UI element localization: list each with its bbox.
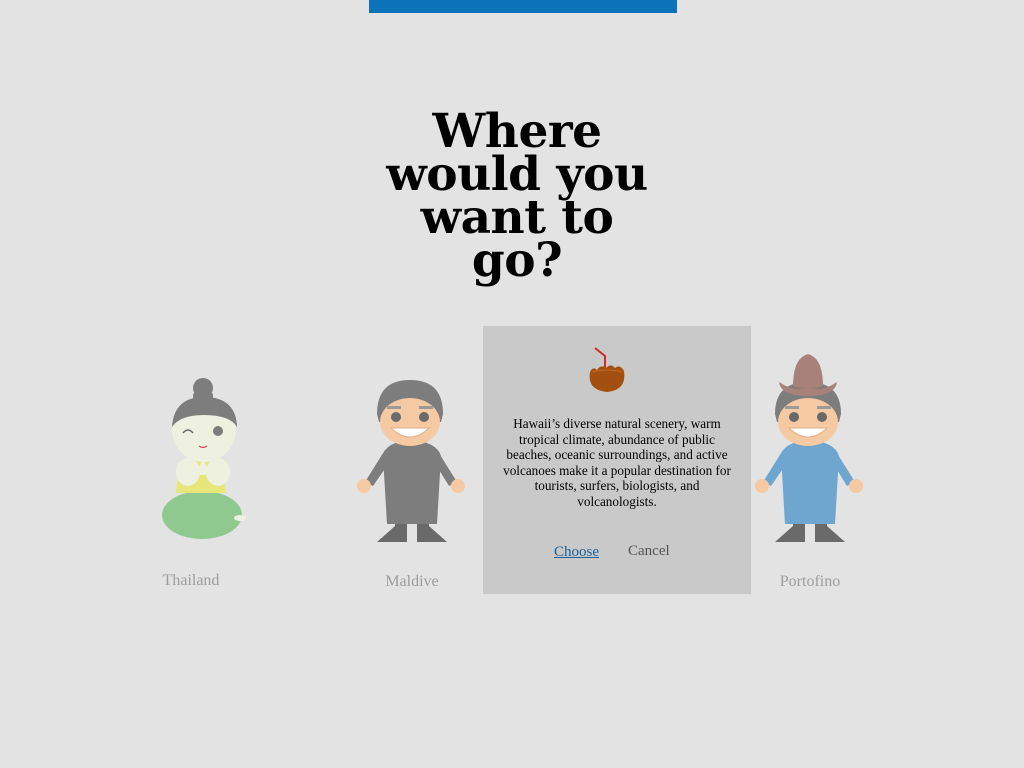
destination-popup: Hawaii’s diverse natural scenery, warm t… <box>483 326 751 594</box>
page-title: Where would you want to go? <box>386 104 648 288</box>
coconut-drink-icon <box>589 347 625 392</box>
destination-maldive[interactable] <box>355 376 467 544</box>
destination-label-maldive[interactable]: Maldive <box>352 573 472 591</box>
cowboy-hat-man-icon <box>755 354 863 542</box>
maldive-man-icon <box>357 380 465 542</box>
destination-portofino[interactable] <box>753 352 865 544</box>
choose-button[interactable]: Choose <box>554 544 599 561</box>
cancel-button[interactable]: Cancel <box>628 543 670 560</box>
popup-description: Hawaii’s diverse natural scenery, warm t… <box>503 416 731 509</box>
thai-woman-kneeling-icon <box>162 378 246 539</box>
top-accent-bar <box>369 0 677 13</box>
destination-label-portofino[interactable]: Portofino <box>750 573 870 591</box>
destination-thailand[interactable] <box>150 375 250 545</box>
destination-label-thailand[interactable]: Thailand <box>131 572 251 590</box>
